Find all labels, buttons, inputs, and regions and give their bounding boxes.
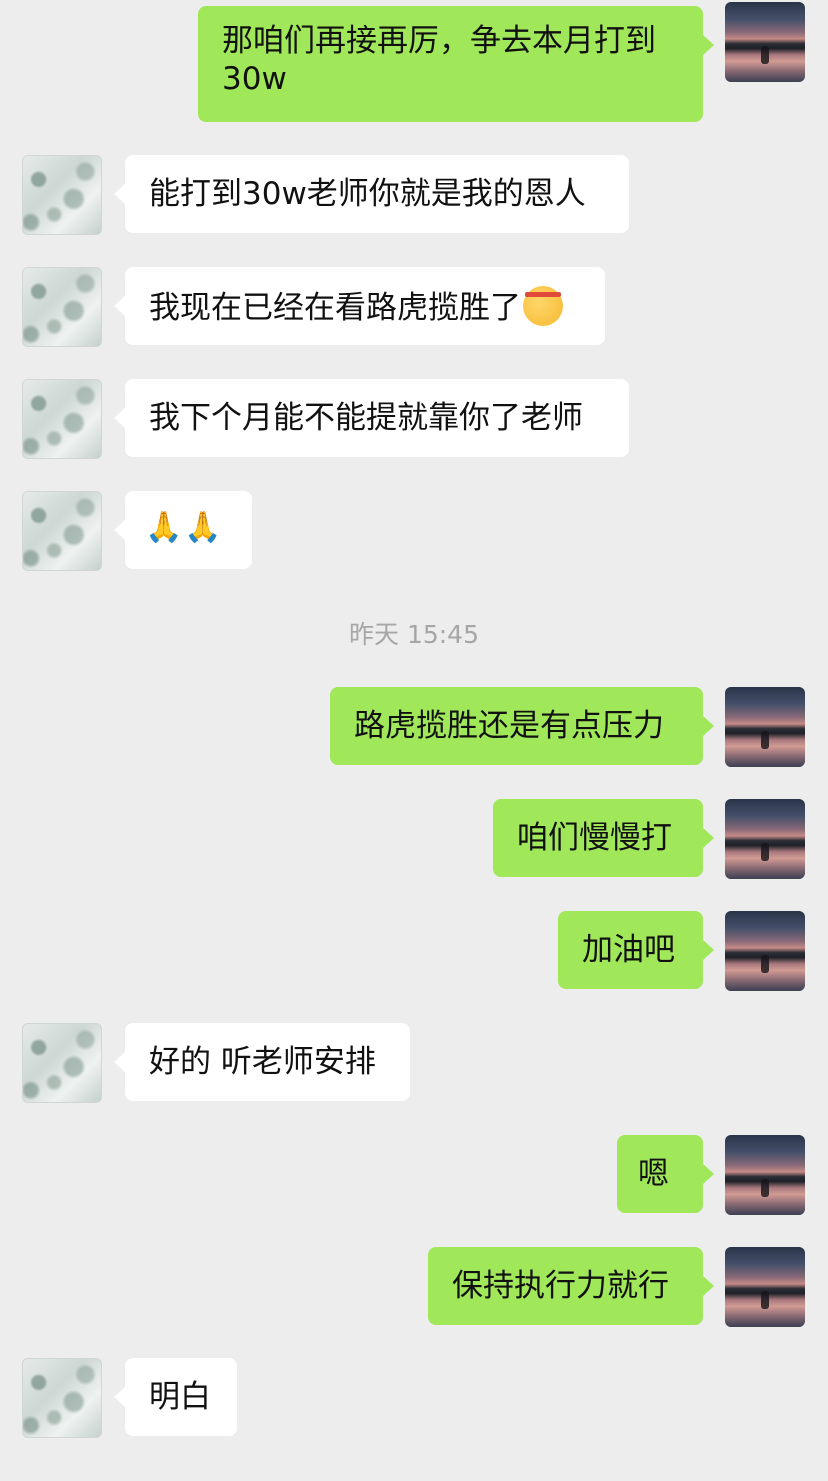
avatar-contact[interactable] xyxy=(22,379,102,459)
message-bubble-received[interactable]: 明白 xyxy=(114,1358,237,1436)
avatar-self[interactable] xyxy=(725,1247,805,1327)
message-text: 我现在已经在看路虎揽胜了 xyxy=(149,290,521,326)
message-bubble-sent[interactable]: 路虎揽胜还是有点压力 xyxy=(330,687,714,765)
timestamp-divider: 昨天 15:45 xyxy=(349,620,479,649)
message-bubble-sent[interactable]: 保持执行力就行 xyxy=(428,1247,714,1325)
saluting-face-emoji-icon xyxy=(523,286,563,326)
message-bubble-sent[interactable]: 咱们慢慢打 xyxy=(493,799,714,877)
avatar-self[interactable] xyxy=(725,2,805,82)
avatar-contact[interactable] xyxy=(22,1358,102,1438)
avatar-self[interactable] xyxy=(725,687,805,767)
avatar-contact[interactable] xyxy=(22,155,102,235)
message-bubble-sent[interactable]: 嗯 xyxy=(617,1135,714,1213)
message-bubble-sent[interactable]: 加油吧 xyxy=(558,911,714,989)
avatar-self[interactable] xyxy=(725,799,805,879)
message-bubble-received[interactable]: 我下个月能不能提就靠你了老师 xyxy=(114,379,629,457)
chat-thread: 那咱们再接再厉，争去本月打到30w 能打到30w老师你就是我的恩人 我现在已经在… xyxy=(0,0,828,1481)
message-bubble-received[interactable]: 🙏🙏 xyxy=(114,491,252,569)
avatar-self[interactable] xyxy=(725,911,805,991)
message-bubble-received[interactable]: 好的 听老师安排 xyxy=(114,1023,410,1101)
message-bubble-received[interactable]: 我现在已经在看路虎揽胜了 xyxy=(114,267,605,345)
avatar-self[interactable] xyxy=(725,1135,805,1215)
avatar-contact[interactable] xyxy=(22,267,102,347)
message-bubble-sent[interactable]: 那咱们再接再厉，争去本月打到30w xyxy=(198,6,714,122)
message-bubble-received[interactable]: 能打到30w老师你就是我的恩人 xyxy=(114,155,629,233)
avatar-contact[interactable] xyxy=(22,1023,102,1103)
avatar-contact[interactable] xyxy=(22,491,102,571)
